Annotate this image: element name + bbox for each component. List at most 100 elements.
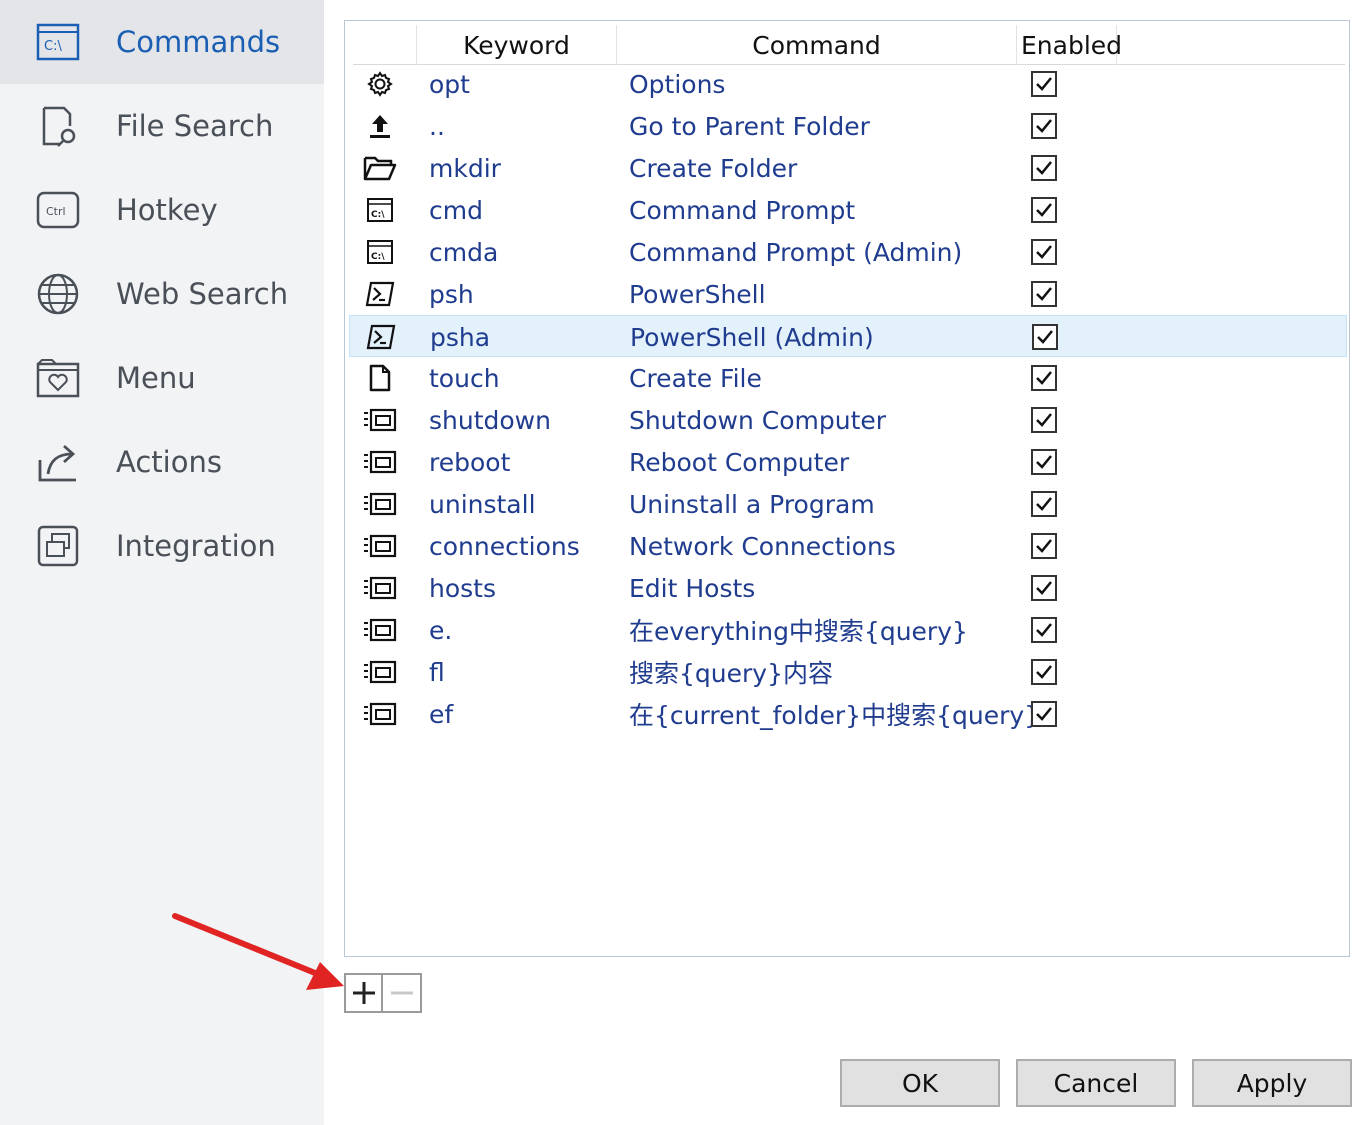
command-cell: Go to Parent Folder: [629, 111, 870, 141]
table-row[interactable]: opt Options: [349, 63, 1347, 105]
keyword-cell: hosts: [429, 573, 496, 603]
command-cell: Create Folder: [629, 153, 798, 183]
checkmark-icon: [1036, 665, 1052, 679]
enabled-checkbox[interactable]: [1031, 449, 1057, 475]
checkmark-icon: [1036, 161, 1052, 175]
checkmark-icon: [1036, 413, 1052, 427]
column-header-enabled[interactable]: Enabled: [1017, 25, 1122, 65]
add-command-button[interactable]: [346, 975, 383, 1011]
keyword-cell: psha: [430, 322, 491, 352]
table-row[interactable]: uninstall Uninstall a Program: [349, 483, 1347, 525]
keyword-cell: touch: [429, 363, 500, 393]
svg-text:C:\: C:\: [44, 39, 62, 54]
checkmark-icon: [1037, 330, 1053, 344]
cmd-window-icon: C:\: [36, 20, 80, 64]
table-row[interactable]: e. 在everything中搜索{query}: [349, 609, 1347, 651]
remove-command-button[interactable]: [383, 975, 420, 1011]
command-cell: 搜索{query}内容: [629, 659, 833, 688]
table-row[interactable]: .. Go to Parent Folder: [349, 105, 1347, 147]
checkmark-icon: [1036, 497, 1052, 511]
checkmark-icon: [1036, 287, 1052, 301]
sidebar-item-hotkey[interactable]: Ctrl Hotkey: [0, 168, 324, 252]
svg-text:Ctrl: Ctrl: [46, 205, 66, 218]
list-window-icon: [361, 657, 399, 687]
table-row[interactable]: mkdir Create Folder: [349, 147, 1347, 189]
enabled-checkbox[interactable]: [1031, 575, 1057, 601]
enabled-checkbox[interactable]: [1031, 281, 1057, 307]
file-search-icon: [36, 104, 80, 148]
enabled-checkbox[interactable]: [1032, 324, 1058, 350]
apply-button[interactable]: Apply: [1192, 1059, 1352, 1107]
command-cell: Command Prompt: [629, 195, 856, 225]
column-header-command[interactable]: Command: [617, 25, 1017, 65]
enabled-checkbox[interactable]: [1031, 617, 1057, 643]
checkmark-icon: [1036, 119, 1052, 133]
table-row[interactable]: reboot Reboot Computer: [349, 441, 1347, 483]
keyword-cell: reboot: [429, 447, 511, 477]
keyword-cell: fl: [429, 657, 445, 687]
table-header: Keyword Command Enabled: [353, 25, 1345, 65]
checkmark-icon: [1036, 455, 1052, 469]
sidebar-item-label: Web Search: [116, 277, 289, 311]
enabled-checkbox[interactable]: [1031, 659, 1057, 685]
add-remove-toolbar: [344, 973, 422, 1013]
enabled-checkbox[interactable]: [1031, 491, 1057, 517]
sidebar-item-actions[interactable]: Actions: [0, 420, 324, 504]
globe-icon: [36, 272, 80, 316]
table-row[interactable]: shutdown Shutdown Computer: [349, 399, 1347, 441]
enabled-checkbox[interactable]: [1031, 239, 1057, 265]
keyword-cell: shutdown: [429, 405, 551, 435]
enabled-checkbox[interactable]: [1031, 155, 1057, 181]
sidebar-item-integration[interactable]: Integration: [0, 504, 324, 588]
table-row[interactable]: touch Create File: [349, 357, 1347, 399]
list-window-icon: [361, 489, 399, 519]
gear-icon: [361, 69, 399, 99]
sidebar-item-label: Actions: [116, 445, 222, 479]
sidebar-item-label: File Search: [116, 109, 274, 143]
list-window-icon: [361, 447, 399, 477]
enabled-checkbox[interactable]: [1031, 701, 1057, 727]
table-row[interactable]: hosts Edit Hosts: [349, 567, 1347, 609]
folder-open-icon: [361, 153, 399, 183]
enabled-checkbox[interactable]: [1031, 533, 1057, 559]
checkmark-icon: [1036, 707, 1052, 721]
enabled-checkbox[interactable]: [1031, 71, 1057, 97]
sidebar-item-file-search[interactable]: File Search: [0, 84, 324, 168]
command-cell: Reboot Computer: [629, 447, 850, 477]
keyword-cell: mkdir: [429, 153, 501, 183]
sidebar-item-label: Menu: [116, 361, 196, 395]
checkmark-icon: [1036, 203, 1052, 217]
sidebar-item-label: Commands: [116, 25, 281, 59]
command-cell: PowerShell (Admin): [630, 322, 874, 352]
enabled-checkbox[interactable]: [1031, 113, 1057, 139]
keyword-cell: cmda: [429, 237, 499, 267]
cmd-prompt-icon: C:\: [361, 195, 399, 225]
list-window-icon: [361, 699, 399, 729]
share-arrow-icon: [36, 440, 80, 484]
list-window-icon: [361, 573, 399, 603]
command-cell: Uninstall a Program: [629, 489, 875, 519]
enabled-checkbox[interactable]: [1031, 197, 1057, 223]
table-row[interactable]: fl 搜索{query}内容: [349, 651, 1347, 693]
cancel-button[interactable]: Cancel: [1016, 1059, 1176, 1107]
sidebar-item-menu[interactable]: Menu: [0, 336, 324, 420]
powershell-icon: [361, 279, 399, 309]
table-row[interactable]: C:\ cmd Command Prompt: [349, 189, 1347, 231]
enabled-checkbox[interactable]: [1031, 407, 1057, 433]
table-row[interactable]: psh PowerShell: [349, 273, 1347, 315]
table-row[interactable]: ef 在{current_folder}中搜索{query}: [349, 693, 1347, 735]
table-row[interactable]: C:\ cmda Command Prompt (Admin): [349, 231, 1347, 273]
table-row[interactable]: psha PowerShell (Admin): [349, 315, 1347, 357]
table-row[interactable]: connections Network Connections: [349, 525, 1347, 567]
sidebar-item-commands[interactable]: C:\ Commands: [0, 0, 324, 84]
upload-arrow-icon: [361, 111, 399, 141]
menu-heart-icon: [36, 356, 80, 400]
ctrl-key-icon: Ctrl: [36, 188, 80, 232]
sidebar-item-web-search[interactable]: Web Search: [0, 252, 324, 336]
minus-icon: [390, 991, 413, 995]
enabled-checkbox[interactable]: [1031, 365, 1057, 391]
ok-button[interactable]: OK: [840, 1059, 1000, 1107]
column-header-keyword[interactable]: Keyword: [417, 25, 617, 65]
sidebar-item-label: Hotkey: [116, 193, 218, 227]
file-icon: [361, 363, 399, 393]
